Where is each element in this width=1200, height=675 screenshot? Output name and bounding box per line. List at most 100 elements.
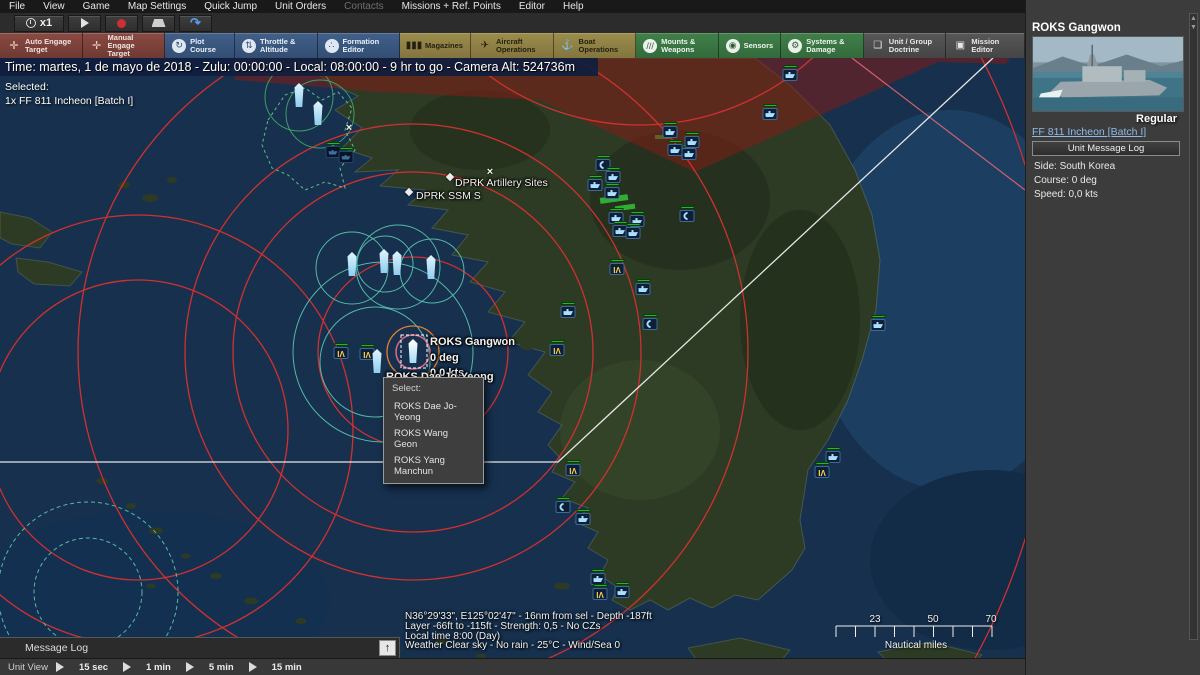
message-log-label: Message Log [25, 642, 89, 654]
ribbon-button[interactable]: ▮▮▮ Magazines [400, 33, 471, 58]
ribbon-button[interactable]: ◉ Sensors [718, 33, 782, 58]
map-contact-icon[interactable] [549, 340, 565, 356]
map-contact-icon[interactable] [625, 223, 641, 239]
quick-toolbar: x1 ↷ [0, 13, 1025, 33]
menu-item[interactable]: Missions + Ref. Points [393, 0, 510, 13]
time-bar: Time: martes, 1 de mayo de 2018 - Zulu: … [0, 58, 598, 76]
map-contact-icon[interactable] [609, 259, 625, 275]
unit-message-log-button[interactable]: Unit Message Log [1032, 141, 1180, 156]
menu-item[interactable]: Game [74, 0, 119, 13]
menu-item[interactable]: Map Settings [119, 0, 195, 13]
map-contact-icon[interactable] [605, 167, 621, 183]
redo-button[interactable]: ↷ [179, 14, 212, 32]
map-contact-icon[interactable] [667, 140, 683, 156]
ribbon-button[interactable]: ⚙ Systems & Damage [781, 33, 864, 58]
map-contact-icon[interactable] [762, 104, 778, 120]
friendly-ship-icon[interactable] [347, 252, 357, 276]
time-compression-button[interactable]: x1 [14, 14, 64, 32]
ribbon-button[interactable]: ✛ Manual Engage Target [82, 33, 166, 58]
app-window: ×× DPRK Artillery SitesDPRK SSM S ROKS G… [0, 0, 1200, 675]
friendly-ship-icon[interactable] [426, 255, 436, 279]
map-contact-icon[interactable] [575, 509, 591, 525]
map-contact-icon[interactable] [814, 462, 830, 478]
step-play-icon[interactable] [123, 662, 132, 672]
map-contact-icon[interactable] [642, 314, 658, 330]
ribbon-button[interactable]: ↻ Plot Course [165, 33, 235, 58]
contact-glyph [569, 461, 577, 479]
ribbon-button-icon: ▣ [955, 40, 966, 51]
menu-item[interactable]: Quick Jump [195, 0, 266, 13]
time-step-button[interactable]: 5 min [202, 660, 241, 675]
map-contact-icon[interactable] [592, 584, 608, 600]
unit-class-link[interactable]: FF 811 Incheon [Batch I] [1032, 126, 1180, 138]
map-contact-icon[interactable] [333, 343, 349, 359]
menu-item[interactable]: View [34, 0, 74, 13]
terrain-icon [151, 19, 166, 27]
friendly-ship-icon[interactable] [408, 339, 418, 363]
friendly-ship-icon[interactable] [313, 101, 323, 125]
step-play-icon[interactable] [55, 662, 64, 672]
unit-name: ROKS Gangwon [1032, 22, 1121, 34]
time-step-button[interactable]: 15 min [265, 660, 309, 675]
step-play-icon[interactable] [185, 662, 194, 672]
ribbon-button[interactable]: ⇅ Throttle & Altitude [234, 33, 318, 58]
menu-item[interactable]: File [0, 0, 34, 13]
map-contact-icon[interactable] [782, 65, 798, 81]
context-menu-item[interactable]: ROKS Yang Manchun [384, 452, 483, 479]
ribbon-button-icon: ⇅ [241, 38, 256, 53]
ribbon-button[interactable]: /// Mounts & Weapons [636, 33, 719, 58]
ribbon-button[interactable]: ▣ Mission Editor [946, 33, 1025, 58]
map-contact-icon[interactable] [614, 582, 630, 598]
map-contact-icon[interactable] [587, 175, 603, 191]
ribbon-button[interactable]: ∴ Formation Editor [317, 33, 401, 58]
ribbon-button[interactable]: ⚓ Boat Operations [553, 33, 637, 58]
x-marker-icon[interactable]: × [346, 122, 352, 134]
time-step-button[interactable]: 1 min [139, 660, 178, 675]
map-contact-icon[interactable] [684, 132, 700, 148]
unit-status-sidebar: UNIT STATUS « ROKS Gangwon Regular FF 81… [1025, 0, 1200, 675]
menu-item[interactable]: Help [554, 0, 593, 13]
map-contact-icon[interactable] [635, 279, 651, 295]
message-log-bar[interactable]: Message Log ↑ [0, 637, 400, 658]
time-step: 1 min [123, 660, 178, 675]
ribbon-button[interactable]: ❏ Unit / Group Doctrine [863, 33, 947, 58]
menu-item[interactable]: Contacts [335, 0, 392, 13]
run-pause-button[interactable] [68, 14, 101, 32]
map-contact-icon[interactable] [604, 183, 620, 199]
map-ref-label: DPRK Artillery Sites [455, 177, 548, 189]
map-contact-icon[interactable] [565, 460, 581, 479]
map-contact-icon[interactable] [560, 302, 576, 318]
menu-item[interactable]: Unit Orders [266, 0, 335, 13]
friendly-ship-icon[interactable] [392, 251, 402, 275]
record-button[interactable] [105, 14, 138, 32]
expand-log-button[interactable]: ↑ [379, 640, 396, 656]
friendly-ship-icon[interactable] [294, 83, 304, 107]
ribbon-button[interactable]: ✈ Aircraft Operations [470, 33, 554, 58]
redo-arrow-icon: ↷ [190, 15, 201, 30]
step-play-icon[interactable] [248, 662, 257, 672]
sidebar-scrollbar[interactable]: ▲ ▼ [1189, 13, 1198, 640]
context-menu-item[interactable]: ROKS Dae Jo-Yeong [384, 398, 483, 425]
map-contact-icon[interactable] [825, 447, 841, 463]
contact-glyph [785, 72, 795, 78]
context-menu-item[interactable]: ROKS Wang Geon [384, 425, 483, 452]
friendly-ship-icon[interactable] [379, 249, 389, 273]
menu-bar: File View Game Map Settings Quick Jump Unit O… [0, 0, 1025, 13]
ribbon-button[interactable]: ✛ Auto Engage Target [0, 33, 83, 58]
map-contact-icon[interactable] [662, 122, 678, 138]
map-viewport[interactable] [0, 58, 1025, 658]
time-step: 15 sec [55, 660, 115, 675]
map-mode-button[interactable] [142, 14, 175, 32]
scale-caption: Nautical miles [884, 640, 948, 651]
map-contact-icon[interactable] [359, 344, 375, 360]
readiness-bar [588, 175, 602, 178]
map-contact-icon[interactable] [679, 206, 695, 222]
map-contact-icon[interactable] [338, 147, 354, 163]
map-contact-icon[interactable] [590, 569, 606, 585]
map-contact-icon[interactable] [870, 315, 886, 331]
map-contact-icon[interactable] [555, 497, 571, 513]
menu-item[interactable]: Editor [510, 0, 554, 13]
friendly-ship-icon[interactable] [372, 349, 382, 373]
ribbon-button-icon: ❏ [873, 40, 883, 51]
time-step-button[interactable]: 15 sec [72, 660, 115, 675]
